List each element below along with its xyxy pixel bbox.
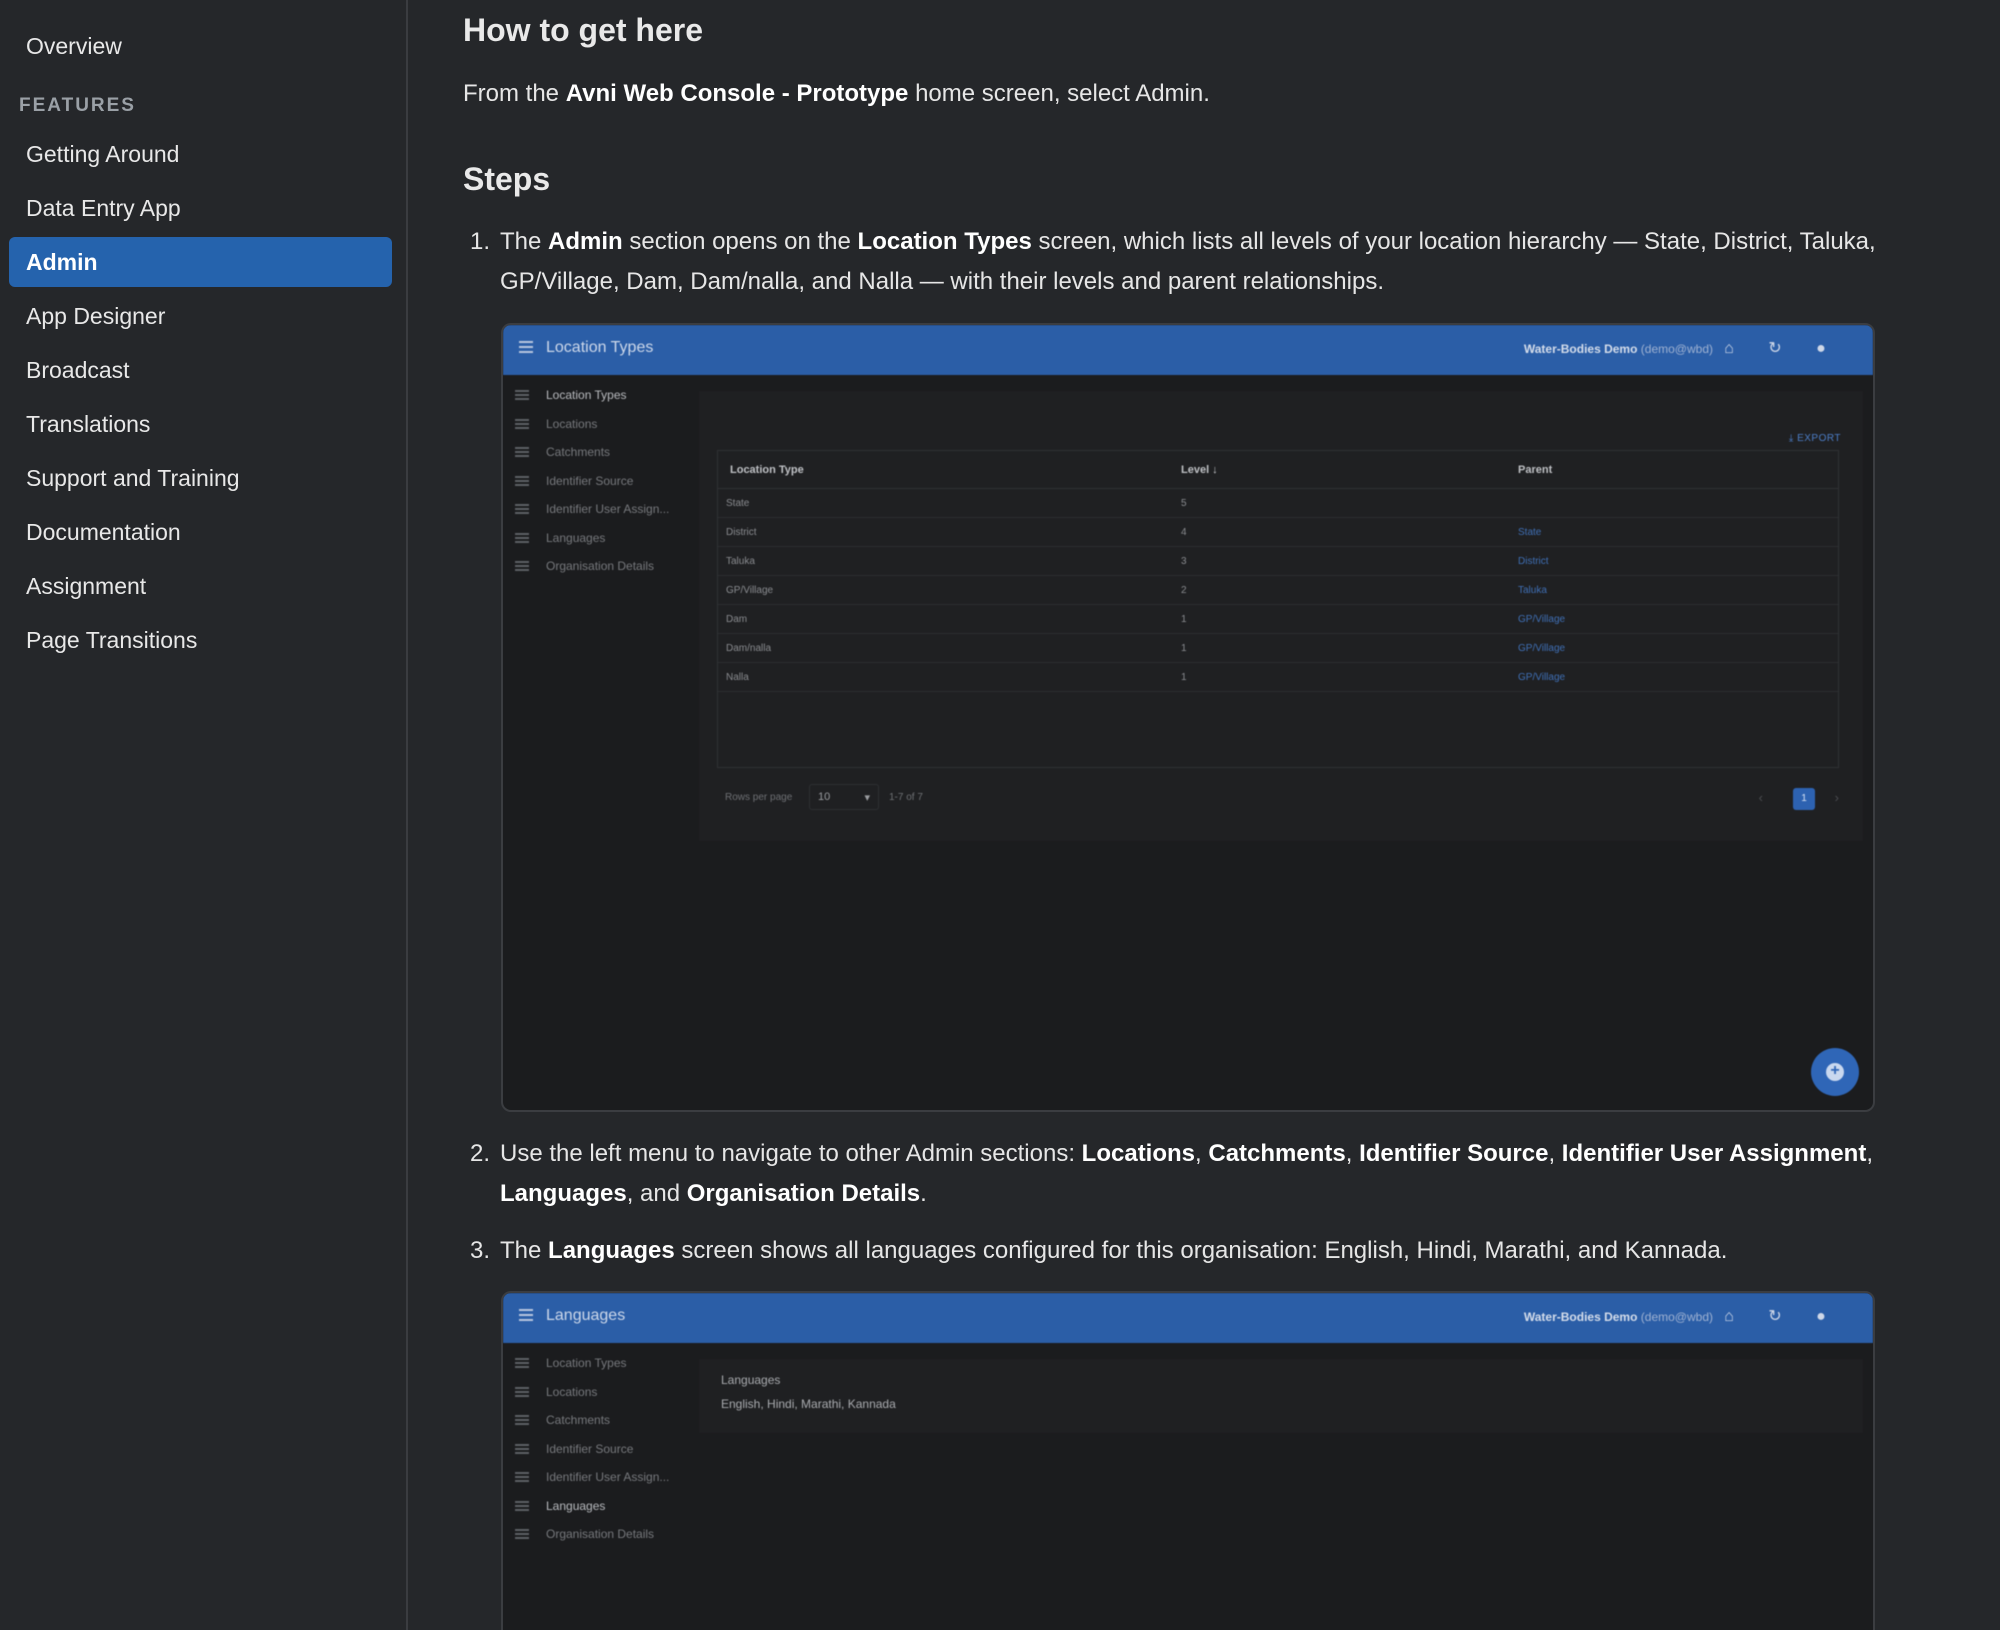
- menu-location-types: Location Types: [515, 385, 669, 414]
- list-icon: [515, 1386, 529, 1397]
- screen-title: Location Types: [546, 339, 654, 356]
- how-to-text: From the Avni Web Console - Prototype ho…: [463, 80, 1210, 107]
- list-icon: [515, 1443, 529, 1454]
- refresh-icon: ↻: [1768, 340, 1782, 357]
- table-row: Nalla 1 GP/Village: [718, 663, 1838, 692]
- menu-organisation-details: Organisation Details: [515, 556, 669, 585]
- rows-per-page-select: 10 ▾: [809, 784, 879, 810]
- sidebar-item-page-transitions[interactable]: Page Transitions: [9, 615, 392, 665]
- languages-label: Languages: [721, 1373, 781, 1387]
- step-3-text: The Languages screen shows all languages…: [500, 1237, 1728, 1264]
- list-icon: [515, 561, 529, 571]
- list-icon: [515, 447, 529, 457]
- table-row: Dam/nalla 1 GP/Village: [718, 634, 1838, 663]
- screen-title: Languages: [546, 1307, 626, 1324]
- caret-down-icon: ▾: [864, 792, 870, 804]
- app-bar: Languages Water-Bodies Demo (demo@wbd) ⌂…: [503, 1293, 1873, 1343]
- step-2-number: 2.: [470, 1140, 491, 1167]
- step-1-text: The Admin section opens on the Location …: [500, 228, 1876, 295]
- sidebar-item-translations[interactable]: Translations: [9, 399, 392, 449]
- menu-locations: Locations: [515, 414, 669, 443]
- menu-identifier-source: Identifier Source: [515, 471, 669, 500]
- sidebar-item-broadcast[interactable]: Broadcast: [9, 345, 392, 395]
- list-icon: [515, 504, 529, 514]
- sidebar-item-documentation[interactable]: Documentation: [9, 507, 392, 557]
- prev-page-icon: ‹: [1758, 790, 1763, 805]
- sidebar-item-support-and-training[interactable]: Support and Training: [9, 453, 392, 503]
- menu-locations: Locations: [515, 1382, 669, 1411]
- list-icon: [515, 1358, 529, 1368]
- home-icon: ⌂: [1724, 340, 1734, 357]
- location-types-table: Location Type Level ↓ Parent State 5 Dist…: [717, 450, 1839, 768]
- docs-sidebar: Overview FEATURES Getting Around Data En…: [0, 0, 408, 1630]
- org-label: Water-Bodies Demo (demo@wbd): [1523, 1310, 1713, 1324]
- sidebar-section-features: FEATURES: [19, 95, 136, 116]
- next-page-icon: ›: [1834, 790, 1839, 805]
- sidebar-item-data-entry-app[interactable]: Data Entry App: [9, 183, 392, 233]
- step-3-number: 3.: [470, 1237, 491, 1264]
- step-1-number: 1.: [470, 228, 491, 255]
- menu-icon: [519, 341, 533, 353]
- add-icon: [1811, 1048, 1859, 1096]
- list-icon: [515, 390, 529, 400]
- home-icon: ⌂: [1724, 1308, 1734, 1325]
- languages-value: English, Hindi, Marathi, Kannada: [721, 1397, 896, 1411]
- list-icon: [515, 1529, 529, 1539]
- refresh-icon: ↻: [1768, 1308, 1782, 1325]
- steps-heading: Steps: [463, 161, 551, 197]
- column-header: Level ↓: [1181, 464, 1218, 476]
- step-2-text: Use the left menu to navigate to other A…: [500, 1140, 1873, 1207]
- location-types-panel: ⤓ EXPORT Location Type Level ↓ Parent St…: [699, 391, 1863, 841]
- languages-panel: Languages English, Hindi, Marathi, Kanna…: [699, 1359, 1863, 1433]
- list-icon: [515, 418, 529, 429]
- sidebar-item-getting-around[interactable]: Getting Around: [9, 129, 392, 179]
- how-to-heading: How to get here: [463, 12, 704, 48]
- list-icon: [515, 532, 529, 543]
- list-icon: [515, 1472, 529, 1482]
- menu-languages: Languages: [515, 1496, 669, 1525]
- menu-location-types: Location Types: [515, 1353, 669, 1382]
- rows-per-page-label: Rows per page: [725, 792, 793, 803]
- menu-identifier-source: Identifier Source: [515, 1439, 669, 1468]
- app-bar: Location Types Water-Bodies Demo (demo@w…: [503, 325, 1873, 375]
- menu-catchments: Catchments: [515, 442, 669, 471]
- sidebar-item-overview[interactable]: Overview: [9, 21, 392, 71]
- table-row: GP/Village 2 Taluka: [718, 576, 1838, 605]
- menu-catchments: Catchments: [515, 1410, 669, 1439]
- menu-languages: Languages: [515, 528, 669, 557]
- table-header: Location Type Level ↓ Parent: [718, 451, 1838, 489]
- range-label: 1-7 of 7: [889, 792, 923, 803]
- sidebar-item-assignment[interactable]: Assignment: [9, 561, 392, 611]
- export-button: ⤓ EXPORT: [1788, 433, 1841, 444]
- list-icon: [515, 475, 529, 486]
- account-icon: ●: [1816, 1308, 1826, 1325]
- list-icon: [515, 1415, 529, 1425]
- table-row: District 4 State: [718, 518, 1838, 547]
- docs-main: How to get here From the Avni Web Consol…: [408, 0, 2000, 1630]
- table-pagination: Rows per page 10 ▾ 1-7 of 7 ‹ 1 ›: [699, 784, 1863, 816]
- sidebar-item-admin[interactable]: Admin: [9, 237, 392, 287]
- column-header: Parent: [1518, 464, 1553, 476]
- admin-menu: Location Types Locations Catchments Iden…: [515, 385, 669, 585]
- account-icon: ●: [1816, 340, 1826, 357]
- table-row: Dam 1 GP/Village: [718, 605, 1838, 634]
- menu-organisation-details: Organisation Details: [515, 1524, 669, 1553]
- menu-identifier-user-assignment: Identifier User Assign...: [515, 1467, 669, 1496]
- location-types-screenshot: Location Types Water-Bodies Demo (demo@w…: [501, 323, 1875, 1112]
- list-icon: [515, 1500, 529, 1511]
- org-label: Water-Bodies Demo (demo@wbd): [1523, 342, 1713, 356]
- admin-menu: Location Types Locations Catchments Iden…: [515, 1353, 669, 1553]
- page-number: 1: [1793, 788, 1815, 810]
- sidebar-item-app-designer[interactable]: App Designer: [9, 291, 392, 341]
- table-row: State 5: [718, 489, 1838, 518]
- column-header: Location Type: [730, 464, 804, 476]
- table-row: Taluka 3 District: [718, 547, 1838, 576]
- menu-icon: [519, 1309, 533, 1321]
- languages-screenshot: Languages Water-Bodies Demo (demo@wbd) ⌂…: [501, 1291, 1875, 1630]
- menu-identifier-user-assignment: Identifier User Assign...: [515, 499, 669, 528]
